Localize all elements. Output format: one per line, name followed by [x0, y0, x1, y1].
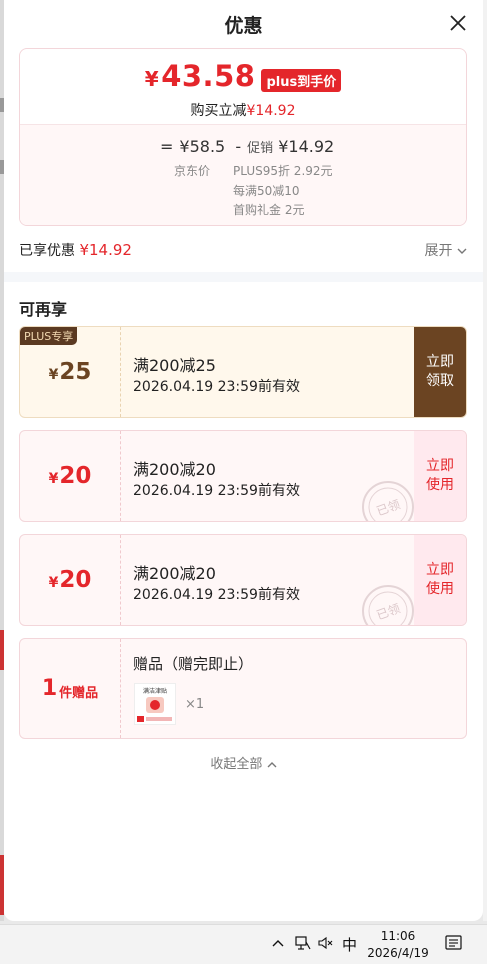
- coupon-validity: 2026.04.19 23:59前有效: [133, 483, 300, 499]
- discount-panel: 优惠 ¥43.58 plus到手价 购买立减¥14.92 = ¥58.5 - 促销 …: [4, 0, 483, 921]
- claimed-stamp-icon: 已领: [362, 481, 414, 521]
- section-title-available: 可再享: [19, 300, 68, 319]
- final-price: ¥43.58: [144, 59, 256, 93]
- promo-detail-list: PLUS95折 2.92元 每满50减10 首购礼金 2元: [233, 162, 333, 221]
- svg-text:满洁津贴: 满洁津贴: [143, 687, 167, 695]
- coupon-condition: 满200减25: [133, 356, 216, 375]
- claimed-stamp-icon: 已领: [362, 585, 414, 625]
- chevron-up-icon: [267, 761, 277, 767]
- gift-title: 赠品（赠完即止）: [133, 655, 254, 673]
- coupon-amount: ¥20: [20, 431, 121, 521]
- volume-muted-icon[interactable]: [318, 936, 334, 950]
- promo-item: 每满50减10: [233, 183, 300, 198]
- coupon-amount: ¥20: [20, 535, 121, 625]
- scrollbar-track[interactable]: [483, 0, 487, 921]
- close-icon[interactable]: [447, 12, 469, 34]
- panel-title: 优惠: [224, 15, 263, 37]
- use-coupon-button[interactable]: 立即 使用: [414, 535, 466, 625]
- jd-price-label: 京东价: [174, 164, 211, 178]
- instant-reduction: 购买立减¥14.92: [190, 103, 296, 119]
- gift-product-icon: 满洁津贴: [137, 687, 172, 722]
- ime-indicator[interactable]: 中: [342, 934, 357, 955]
- promo-item: PLUS95折 2.92元: [233, 164, 333, 178]
- svg-text:已领: 已领: [375, 497, 402, 518]
- clock-date: 2026/4/19: [367, 946, 429, 960]
- coupon-card: ¥20 满200减20 2026.04.19 23:59前有效 已领 立即 使用: [19, 430, 467, 522]
- panel-header: 优惠: [4, 0, 483, 48]
- coupon-amount: ¥25: [20, 327, 121, 417]
- expand-button[interactable]: 展开: [425, 240, 467, 260]
- taskbar-clock[interactable]: 11:06 2026/4/19: [366, 928, 430, 962]
- coupon-card: ¥20 满200减20 2026.04.19 23:59前有效 已领 立即 使用: [19, 534, 467, 626]
- price-calculation: = ¥58.5 - 促销 ¥14.92: [160, 137, 335, 156]
- network-icon[interactable]: [295, 936, 311, 950]
- svg-text:已领: 已领: [375, 601, 402, 622]
- plus-price-badge: plus到手价: [261, 69, 342, 92]
- coupon-condition: 满200减20: [133, 564, 216, 583]
- collapse-all-button[interactable]: 收起全部: [4, 753, 483, 772]
- promo-total: ¥14.92: [278, 137, 335, 156]
- claim-coupon-button[interactable]: 立即 领取: [414, 327, 466, 417]
- jd-price: ¥58.5: [179, 137, 226, 156]
- clock-time: 11:06: [380, 929, 416, 943]
- coupon-validity: 2026.04.19 23:59前有效: [133, 379, 300, 395]
- chevron-down-icon: [457, 248, 467, 254]
- gift-thumbnail[interactable]: 满洁津贴: [134, 683, 176, 725]
- promo-item: 首购礼金 2元: [233, 203, 305, 217]
- coupon-validity: 2026.04.19 23:59前有效: [133, 587, 300, 603]
- enjoyed-value: ¥14.92: [79, 241, 132, 259]
- coupon-condition: 满200减20: [133, 460, 216, 479]
- gift-count: 1 件赠品: [20, 639, 121, 738]
- coupon-card-plus: PLUS专享 ¥25 满200减25 2026.04.19 23:59前有效 立…: [19, 326, 467, 418]
- section-divider: [4, 272, 483, 282]
- gift-card: 1 件赠品 赠品（赠完即止） 满洁津贴 ×1: [19, 638, 467, 739]
- notification-icon[interactable]: [445, 935, 463, 953]
- price-summary-card: ¥43.58 plus到手价 购买立减¥14.92 = ¥58.5 - 促销 ¥14…: [19, 48, 467, 226]
- windows-taskbar: 中 11:06 2026/4/19: [0, 924, 487, 964]
- chevron-up-icon[interactable]: [272, 938, 284, 948]
- enjoyed-discount-row: 已享优惠 ¥14.92 展开: [19, 240, 467, 262]
- gift-quantity: ×1: [185, 697, 205, 712]
- use-coupon-button[interactable]: 立即 使用: [414, 431, 466, 521]
